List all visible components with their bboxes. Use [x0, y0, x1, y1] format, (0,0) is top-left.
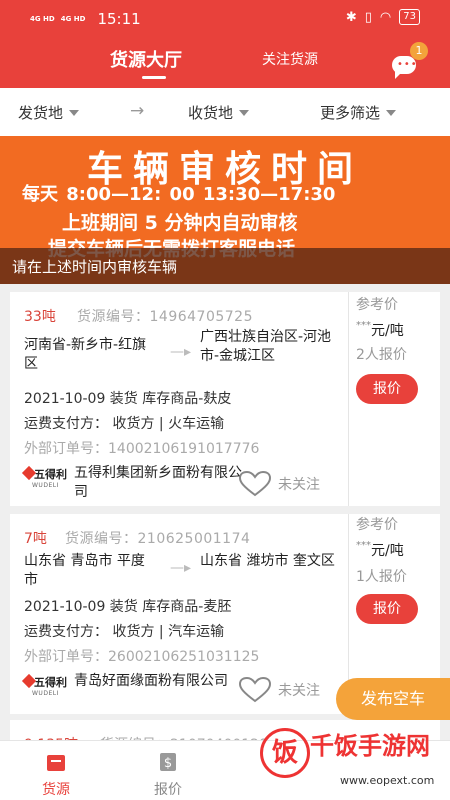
dollar-icon: $ — [160, 753, 176, 771]
battery-indicator: 73 — [399, 9, 420, 25]
external-order-number: 外部订单号：26002106251031125 — [24, 649, 260, 665]
heart-icon — [238, 470, 272, 497]
banner-auto-review: 上班期间 5 分钟内自动审核 — [62, 212, 298, 234]
status-bar: 4G HD 4G HD 15:11 ✱ ▯ ◠ 73 — [0, 0, 450, 36]
nav-quote[interactable]: $ 报价 — [138, 751, 198, 799]
reference-price: ***元/吨 — [356, 320, 404, 339]
wifi-icon: ◠ — [379, 9, 392, 25]
route-arrow-icon: —▸ — [170, 560, 192, 576]
message-button[interactable]: ••• 1 — [392, 42, 428, 79]
company-logo: 五得利 WUDELI — [21, 465, 68, 498]
follow-label: 未关注 — [278, 477, 320, 493]
source-number: 货源编号：210625001174 — [65, 531, 251, 547]
follow-button[interactable]: 未关注 — [238, 676, 320, 704]
tab-cargo-hall[interactable]: 货源大厅 — [110, 46, 182, 72]
payment-info: 运费支付方： 收货方 | 火车运输 — [24, 416, 225, 432]
vibrate-icon: ▯ — [364, 9, 372, 25]
watermark-text: 千饭手游网 — [310, 732, 430, 760]
route-arrow-icon: —▸ — [170, 344, 192, 360]
dropdown-triangle-icon — [239, 109, 250, 116]
watermark-logo: 饭 — [260, 728, 310, 778]
alarm-icon: ✱ — [345, 9, 357, 25]
quote-button[interactable]: 报价 — [356, 594, 418, 624]
to-address: 广西壮族自治区-河池市-金城江区 — [200, 329, 332, 364]
origin-filter[interactable]: 发货地 — [18, 102, 80, 123]
reference-price-label: 参考价 — [356, 517, 398, 533]
network-indicator-2: 4G HD — [60, 14, 86, 23]
from-address: 河南省-新乡市-红旗区 — [24, 337, 147, 372]
load-info: 2021-10-09 装货 库存商品-麦胚 — [24, 599, 232, 615]
cargo-weight: 7吨 — [24, 531, 47, 547]
destination-filter-label: 收货地 — [188, 104, 234, 122]
company-name: 五得利集团新乡面粉有限公司 — [74, 465, 242, 500]
cargo-card[interactable]: 33吨 货源编号：14964705725 河南省-新乡市-红旗区 —▸ 广西壮族… — [10, 292, 440, 506]
dropdown-triangle-icon — [386, 109, 397, 116]
more-filter-label: 更多筛选 — [320, 104, 381, 122]
filter-bar: 发货地 → 收货地 更多筛选 — [0, 88, 450, 136]
source-number: 货源编号：14964705725 — [77, 309, 253, 325]
from-address: 山东省 青岛市 平度市 — [24, 553, 145, 588]
tab-followed-cargo[interactable]: 关注货源 — [262, 49, 318, 69]
reference-price: ***元/吨 — [356, 540, 404, 559]
review-time-banner[interactable]: 车辆审核时间 每天 8:00—12: 00 13:30—17:30 上班期间 5… — [0, 136, 450, 284]
message-badge: 1 — [410, 42, 428, 60]
right-arrow-icon: → — [130, 101, 145, 121]
dropdown-triangle-icon — [69, 109, 80, 116]
cargo-weight: 33吨 — [24, 309, 56, 325]
load-info: 2021-10-09 装货 库存商品-麸皮 — [24, 391, 232, 407]
payment-info: 运费支付方： 收货方 | 汽车运输 — [24, 624, 225, 640]
follow-button[interactable]: 未关注 — [238, 470, 320, 498]
network-indicator-1: 4G HD — [30, 14, 55, 23]
cargo-box-icon — [47, 755, 65, 771]
watermark-url: www.eopext.com — [340, 774, 435, 787]
origin-filter-label: 发货地 — [18, 104, 64, 122]
banner-notice: 请在上述时间内审核车辆 — [0, 248, 450, 284]
app-header: 4G HD 4G HD 15:11 ✱ ▯ ◠ 73 货源大厅 关注货源 •••… — [0, 0, 450, 88]
top-tabs: 货源大厅 关注货源 ••• 1 — [0, 42, 450, 86]
nav-cargo[interactable]: 货源 — [26, 751, 86, 799]
quote-count: 1人报价 — [356, 569, 407, 585]
quote-count: 2人报价 — [356, 347, 407, 363]
heart-icon — [238, 676, 272, 703]
follow-label: 未关注 — [278, 683, 320, 699]
company-name: 青岛好面缘面粉有限公司 — [74, 673, 228, 689]
clock: 15:11 — [97, 10, 141, 28]
company-logo: 五得利 WUDELI — [21, 673, 68, 706]
svg-text:$: $ — [164, 756, 172, 771]
destination-filter[interactable]: 收货地 — [188, 102, 250, 123]
publish-empty-truck-button[interactable]: 发布空车 — [336, 678, 450, 720]
quote-button[interactable]: 报价 — [356, 374, 418, 404]
nav-quote-label: 报价 — [154, 782, 182, 798]
site-watermark: 饭 千饭手游网 www.eopext.com — [250, 720, 450, 800]
external-order-number: 外部订单号：14002106191017776 — [24, 441, 260, 457]
banner-hours: 每天 8:00—12: 00 13:30—17:30 — [22, 184, 336, 205]
reference-price-label: 参考价 — [356, 297, 398, 313]
to-address: 山东省 潍坊市 奎文区 — [200, 553, 335, 569]
more-filter[interactable]: 更多筛选 — [320, 102, 397, 123]
nav-cargo-label: 货源 — [42, 782, 70, 798]
active-tab-indicator — [142, 76, 166, 79]
